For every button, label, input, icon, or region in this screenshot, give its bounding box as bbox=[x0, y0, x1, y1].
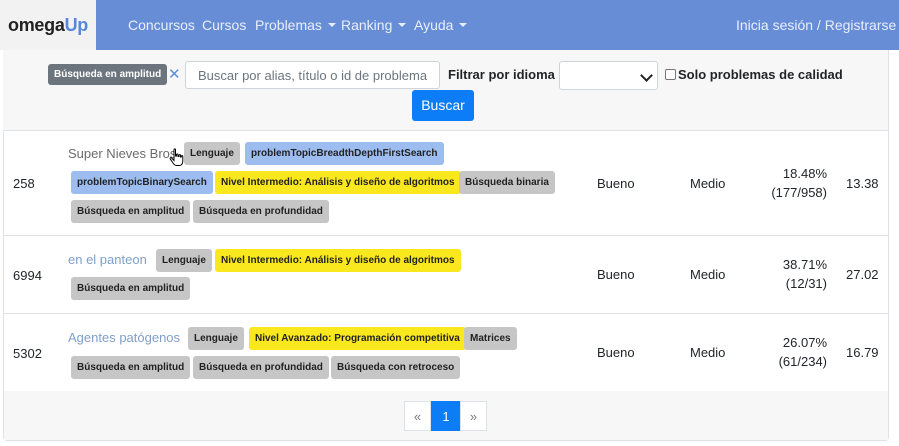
quality-cell: Bueno bbox=[597, 345, 635, 360]
nav-ranking-dropdown[interactable]: Ranking bbox=[341, 0, 407, 50]
ratio-cell: 18.48% (177/958) bbox=[767, 164, 827, 202]
ratio-detail: (177/958) bbox=[771, 185, 827, 200]
chevron-down-icon bbox=[640, 69, 653, 82]
ratio-percent: 18.48% bbox=[782, 166, 827, 181]
ratio-cell: 26.07% (61/234) bbox=[767, 333, 827, 371]
quality-only-label[interactable]: Solo problemas de calidad bbox=[678, 61, 843, 89]
top-navbar: omegaUp Concursos Cursos Problemas Ranki… bbox=[0, 0, 899, 50]
nav-label: Ranking bbox=[341, 17, 393, 33]
nav-ayuda-dropdown[interactable]: Ayuda bbox=[414, 0, 468, 50]
nav-label: Ayuda bbox=[414, 17, 454, 33]
ratio-detail: (12/31) bbox=[785, 276, 827, 291]
points-cell: 16.79 bbox=[846, 345, 879, 360]
ratio-percent: 26.07% bbox=[782, 335, 827, 350]
quality-cell: Bueno bbox=[597, 176, 635, 191]
problem-tag[interactable]: Nivel Intermedio: Análisis y diseño de a… bbox=[215, 249, 461, 272]
table-row: 6994 en el panteon Lenguaje Nivel Interm… bbox=[4, 235, 888, 314]
problem-title-link[interactable]: en el panteon bbox=[68, 252, 147, 267]
problem-tag[interactable]: Búsqueda en amplitud bbox=[71, 200, 191, 223]
caret-down-icon bbox=[327, 23, 336, 27]
problem-tag[interactable]: Nivel Intermedio: Análisis y diseño de a… bbox=[215, 171, 461, 194]
problem-tag[interactable]: problemTopicBinarySearch bbox=[71, 171, 213, 194]
problem-title-link[interactable]: Agentes patógenos bbox=[68, 330, 180, 345]
search-button[interactable]: Buscar bbox=[412, 90, 474, 121]
difficulty-cell: Medio bbox=[690, 267, 726, 282]
nav-concursos[interactable]: Concursos bbox=[128, 0, 195, 50]
problem-id: 5302 bbox=[13, 346, 42, 361]
brand-up: Up bbox=[64, 15, 89, 35]
problem-tag[interactable]: Matrices bbox=[464, 327, 517, 350]
pagination-page-current[interactable]: 1 bbox=[431, 401, 461, 431]
nav-problemas-dropdown[interactable]: Problemas bbox=[255, 0, 336, 50]
points-cell: 27.02 bbox=[846, 267, 879, 282]
ratio-cell: 38.71% (12/31) bbox=[767, 255, 827, 293]
problem-tag[interactable]: Lenguaje bbox=[188, 327, 244, 350]
quality-cell: Bueno bbox=[597, 267, 635, 282]
problem-title-link[interactable]: Super Nieves Bros bbox=[68, 146, 176, 161]
problem-tag[interactable]: Nivel Avanzado: Programación competitiva bbox=[249, 327, 466, 350]
problem-tag[interactable]: Búsqueda en amplitud bbox=[71, 277, 191, 300]
problem-tag[interactable]: Búsqueda en amplitud bbox=[71, 356, 191, 379]
problem-tag[interactable]: Búsqueda con retroceso bbox=[331, 356, 461, 379]
nav-label: Concursos bbox=[128, 17, 195, 33]
difficulty-cell: Medio bbox=[690, 176, 726, 191]
ratio-detail: (61/234) bbox=[778, 354, 827, 369]
ratio-percent: 38.71% bbox=[782, 257, 827, 272]
language-filter-label: Filtrar por idioma bbox=[448, 67, 555, 82]
pagination-next[interactable]: » bbox=[460, 401, 487, 431]
nav-label: Problemas bbox=[255, 17, 322, 33]
nav-cursos[interactable]: Cursos bbox=[202, 0, 246, 50]
problem-tag[interactable]: Búsqueda en profundidad bbox=[193, 356, 329, 379]
table-row: 5302 Agentes patógenos Lenguaje Nivel Av… bbox=[4, 313, 888, 392]
language-select[interactable] bbox=[559, 61, 658, 90]
problem-tag[interactable]: problemTopicBreadthDepthFirstSearch bbox=[245, 142, 444, 165]
remove-filter-icon[interactable]: ✕ bbox=[168, 64, 181, 85]
pagination-prev[interactable]: « bbox=[404, 401, 431, 431]
problem-tag[interactable]: Lenguaje bbox=[156, 249, 212, 272]
problem-id: 258 bbox=[13, 176, 35, 191]
active-filter-tag: Búsqueda en amplitud bbox=[48, 64, 168, 85]
points-cell: 13.38 bbox=[846, 176, 879, 191]
login-register-link[interactable]: Inicia sesión / Registrarse bbox=[736, 0, 896, 50]
nav-label: Cursos bbox=[202, 17, 247, 33]
difficulty-cell: Medio bbox=[690, 345, 726, 360]
problem-id: 6994 bbox=[13, 268, 42, 283]
caret-down-icon bbox=[459, 23, 468, 27]
problem-search-input[interactable]: Buscar por alias, título o id de problem… bbox=[185, 61, 440, 89]
problem-tag[interactable]: Búsqueda en profundidad bbox=[193, 200, 329, 223]
hand-cursor-icon bbox=[169, 148, 184, 166]
quality-only-checkbox[interactable] bbox=[665, 69, 676, 80]
table-row: 258 Super Nieves Bros Lenguaje problemTo… bbox=[4, 130, 888, 236]
brand-omega: omega bbox=[8, 15, 65, 35]
omegaup-logo[interactable]: omegaUp bbox=[0, 0, 96, 50]
problem-tag[interactable]: Búsqueda binaria bbox=[459, 171, 555, 194]
problem-tag[interactable]: Lenguaje bbox=[184, 142, 240, 165]
caret-down-icon bbox=[398, 23, 407, 27]
